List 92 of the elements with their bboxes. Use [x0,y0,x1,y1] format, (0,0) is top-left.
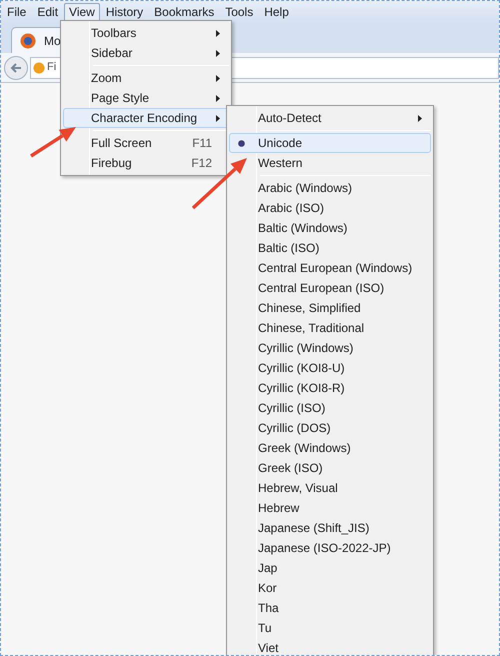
address-text: Fi [47,60,56,76]
menu-item-label: Arabic (Windows) [258,181,352,195]
menu-item[interactable]: Page Style [63,88,229,108]
menu-bar-label: View [69,4,95,21]
shortcut-label: F12 [191,155,212,172]
menu-item-label: Chinese, Traditional [258,321,364,335]
menu-item-label: Full Screen [91,136,152,150]
menu-item-label: Greek (ISO) [258,461,323,475]
menu-item-label: Western [258,156,302,170]
menu-item[interactable]: Full Screen F11 [63,133,229,153]
menu-bar-label: History [106,4,144,21]
caret-icon [216,74,220,82]
shortcut-label: F11 [192,135,212,152]
menu-item[interactable]: Tu [229,618,431,638]
arrow-drawing [30,127,76,158]
menu-bar-item[interactable]: File [2,2,32,22]
menu-bar-label: File [7,4,26,21]
menu-bar-label: Help [264,4,289,21]
menu-item-label: Jap [258,561,278,575]
menu-item[interactable]: Tha [229,598,431,618]
caret-icon [216,114,220,122]
menu-bar-item[interactable]: Tools [220,2,258,22]
menu-item-label: Cyrillic (ISO) [258,401,326,415]
menu-item-label: Cyrillic (Windows) [258,341,354,355]
menu-item-label: Chinese, Simplified [258,301,361,315]
menu-bar-label: Edit [37,4,58,21]
menu-item-label: Baltic (ISO) [258,241,320,255]
menu-item[interactable]: Hebrew [229,498,431,518]
caret-icon [216,94,220,102]
menu-item[interactable]: Character Encoding [63,108,229,128]
menu-item[interactable]: Auto-Detect [229,108,431,128]
menu-item[interactable]: Central European (ISO) [229,278,431,298]
menu-item[interactable]: Cyrillic (ISO) [229,398,431,418]
menu-item[interactable]: Cyrillic (DOS) [229,418,431,438]
menu-bar-item[interactable]: History [100,2,148,22]
menu-item[interactable]: Central European (Windows) [229,258,431,278]
menu-item-label: Auto-Detect [258,111,322,125]
menu-item[interactable]: Japanese (Shift_JIS) [229,518,431,538]
menu-item[interactable]: Chinese, Simplified [229,298,431,318]
menu-item[interactable]: Arabic (ISO) [229,198,431,218]
menu-item-label: Cyrillic (KOI8-U) [258,361,345,375]
menu-item-label: Firebug [91,156,132,170]
menu-bar-item[interactable]: Edit [32,2,64,22]
menu-item-label: Viet [258,641,278,655]
menu-item-label: Arabic (ISO) [258,201,324,215]
back-arrow-icon [10,62,22,74]
menu-item[interactable]: Baltic (ISO) [229,238,431,258]
menu-item[interactable]: Greek (Windows) [229,438,431,458]
menu-item[interactable]: Chinese, Traditional [229,318,431,338]
menu-item-label: Cyrillic (DOS) [258,421,331,435]
menu-item[interactable]: Baltic (Windows) [229,218,431,238]
caret-icon [418,114,422,122]
menu-item[interactable]: Unicode [229,133,431,153]
menu-bar-label: Tools [225,4,254,21]
menu-item[interactable]: Arabic (Windows) [229,178,431,198]
menu-bar-item[interactable]: Bookmarks [149,2,220,22]
menu-item-label: Greek (Windows) [258,441,351,455]
menu-bar-label: Bookmarks [154,4,214,21]
menu-item[interactable]: Cyrillic (Windows) [229,338,431,358]
tab-title: Mo [44,32,61,50]
menu-item-label: Toolbars [91,26,136,40]
menu-bar-item[interactable]: Help [259,2,294,22]
back-button[interactable] [4,56,28,80]
menu-item[interactable]: Kor [229,578,431,598]
menu-item[interactable]: Jap [229,558,431,578]
menu-item-label: Tha [258,601,279,615]
menu-item[interactable]: Western [229,153,431,173]
menu-item[interactable]: Viet [229,638,431,655]
menu-item[interactable]: Cyrillic (KOI8-R) [229,378,431,398]
caret-icon [216,30,220,36]
menu-item-label: Central European (ISO) [258,281,384,295]
menu-item-label: Character Encoding [91,111,198,125]
menu-bar-item[interactable]: View [64,2,100,22]
menu-item[interactable]: Greek (ISO) [229,458,431,478]
menu-item-label: Hebrew [258,501,300,515]
menu-item-label: Unicode [258,136,302,150]
menu-item-label: Cyrillic (KOI8-R) [258,381,345,395]
arrow-drawing [192,158,247,210]
menu-item[interactable]: Japanese (ISO-2022-JP) [229,538,431,558]
menu-item[interactable]: Firebug F12 [63,153,229,173]
menu-item-label: Tu [258,621,272,635]
menu-item[interactable]: Cyrillic (KOI8-U) [229,358,431,378]
menu-item[interactable]: Hebrew, Visual [229,478,431,498]
menu-item-label: Japanese (ISO-2022-JP) [258,541,391,555]
menu-item-label: Kor [258,581,277,595]
caret-icon [216,50,220,56]
menu-item-label: Central European (Windows) [258,261,412,275]
menu-item-label: Baltic (Windows) [258,221,348,235]
menu-item[interactable]: Toolbars [63,23,229,43]
menu-item-label: Japanese (Shift_JIS) [258,521,370,535]
menu-item-label: Hebrew, Visual [258,481,338,495]
menu-item-label: Page Style [91,91,150,105]
